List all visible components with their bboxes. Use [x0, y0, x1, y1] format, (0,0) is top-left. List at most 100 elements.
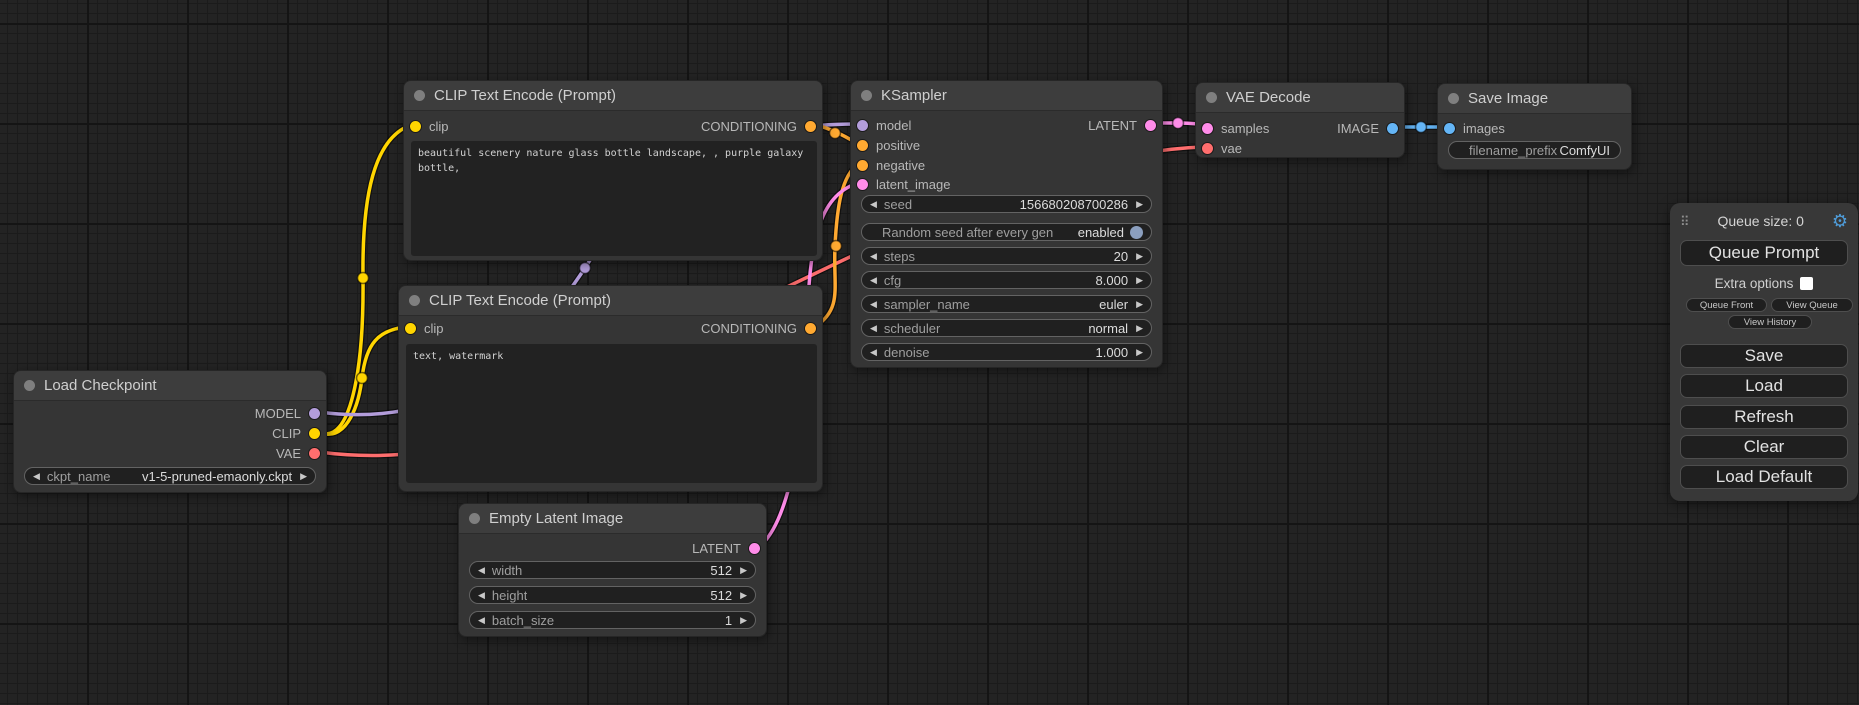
- save-button[interactable]: Save: [1680, 344, 1848, 368]
- node-vae-decode[interactable]: VAE Decode samples vae IMAGE: [1195, 82, 1405, 158]
- node-title: Empty Latent Image: [489, 510, 623, 527]
- node-load-checkpoint[interactable]: Load Checkpoint MODEL CLIP VAE ◀ ckpt_na…: [13, 370, 327, 493]
- node-header[interactable]: CLIP Text Encode (Prompt): [399, 286, 822, 316]
- clear-button[interactable]: Clear: [1680, 435, 1848, 459]
- node-graph-canvas[interactable]: Load Checkpoint MODEL CLIP VAE ◀ ckpt_na…: [0, 0, 1859, 705]
- wire-dot: [831, 241, 842, 252]
- decrement-arrow-icon[interactable]: ◀: [478, 616, 485, 625]
- increment-arrow-icon[interactable]: ▶: [740, 616, 747, 625]
- widget-value: 20: [1114, 249, 1136, 264]
- clip-output-dot[interactable]: [309, 428, 320, 439]
- vae-input-dot[interactable]: [1202, 143, 1213, 154]
- latent-image-input-dot[interactable]: [857, 179, 868, 190]
- decrement-arrow-icon[interactable]: ◀: [870, 276, 877, 285]
- negative-input-dot[interactable]: [857, 160, 868, 171]
- node-header[interactable]: Empty Latent Image: [459, 504, 766, 534]
- port-model-input: model: [857, 118, 911, 132]
- widget-seed[interactable]: ◀ seed 156680208700286 ▶: [861, 195, 1152, 213]
- widget-value: 156680208700286: [1020, 197, 1136, 212]
- collapse-dot-icon[interactable]: [409, 295, 420, 306]
- node-title: CLIP Text Encode (Prompt): [434, 87, 616, 104]
- node-header[interactable]: KSampler: [851, 81, 1162, 111]
- widget-ckpt-name[interactable]: ◀ ckpt_name v1-5-pruned-emaonly.ckpt ▶: [24, 467, 316, 485]
- extra-options-checkbox[interactable]: [1800, 277, 1813, 290]
- widget-filename-prefix[interactable]: filename_prefix ComfyUI: [1448, 141, 1621, 159]
- wire-dot: [358, 273, 369, 284]
- widget-value: 1.000: [1096, 345, 1137, 360]
- increment-arrow-icon[interactable]: ▶: [740, 566, 747, 575]
- conditioning-output-dot[interactable]: [805, 121, 816, 132]
- increment-arrow-icon[interactable]: ▶: [740, 591, 747, 600]
- queue-prompt-button[interactable]: Queue Prompt: [1680, 240, 1848, 266]
- vae-output-dot[interactable]: [309, 448, 320, 459]
- node-header[interactable]: CLIP Text Encode (Prompt): [404, 81, 822, 111]
- decrement-arrow-icon[interactable]: ◀: [870, 348, 877, 357]
- node-empty-latent-image[interactable]: Empty Latent Image LATENT ◀ width 512 ▶ …: [458, 503, 767, 637]
- collapse-dot-icon[interactable]: [414, 90, 425, 101]
- widget-label: sampler_name: [884, 297, 970, 312]
- clip-input-dot[interactable]: [405, 323, 416, 334]
- refresh-button[interactable]: Refresh: [1680, 405, 1848, 429]
- positive-prompt-textarea[interactable]: beautiful scenery nature glass bottle la…: [411, 141, 817, 256]
- next-arrow-icon[interactable]: ▶: [1136, 300, 1143, 309]
- node-title: Load Checkpoint: [44, 377, 157, 394]
- widget-cfg[interactable]: ◀ cfg 8.000 ▶: [861, 271, 1152, 289]
- view-history-button[interactable]: View History: [1728, 315, 1812, 329]
- port-label: CLIP: [272, 426, 301, 441]
- port-vae-input: vae: [1202, 141, 1242, 155]
- load-default-button[interactable]: Load Default: [1680, 465, 1848, 489]
- negative-prompt-textarea[interactable]: text, watermark: [406, 344, 817, 483]
- prev-arrow-icon[interactable]: ◀: [33, 472, 40, 481]
- latent-output-dot[interactable]: [1145, 120, 1156, 131]
- node-title: VAE Decode: [1226, 89, 1311, 106]
- collapse-dot-icon[interactable]: [1448, 93, 1459, 104]
- conditioning-output-dot[interactable]: [805, 323, 816, 334]
- node-ksampler[interactable]: KSampler model positive negative latent_…: [850, 80, 1163, 368]
- increment-arrow-icon[interactable]: ▶: [1136, 348, 1143, 357]
- increment-arrow-icon[interactable]: ▶: [1136, 252, 1143, 261]
- widget-steps[interactable]: ◀ steps 20 ▶: [861, 247, 1152, 265]
- widget-sampler-name[interactable]: ◀ sampler_name euler ▶: [861, 295, 1152, 313]
- drag-handle-icon[interactable]: ⠿: [1680, 215, 1690, 228]
- collapse-dot-icon[interactable]: [861, 90, 872, 101]
- samples-input-dot[interactable]: [1202, 123, 1213, 134]
- widget-scheduler[interactable]: ◀ scheduler normal ▶: [861, 319, 1152, 337]
- prev-arrow-icon[interactable]: ◀: [870, 300, 877, 309]
- latent-output-dot[interactable]: [749, 543, 760, 554]
- model-output-dot[interactable]: [309, 408, 320, 419]
- model-input-dot[interactable]: [857, 120, 868, 131]
- queue-front-button[interactable]: Queue Front: [1686, 298, 1767, 312]
- images-input-dot[interactable]: [1444, 123, 1455, 134]
- gear-icon[interactable]: ⚙: [1832, 212, 1848, 230]
- increment-arrow-icon[interactable]: ▶: [1136, 276, 1143, 285]
- next-arrow-icon[interactable]: ▶: [300, 472, 307, 481]
- widget-random-seed[interactable]: Random seed after every gen enabled: [861, 223, 1152, 241]
- node-save-image[interactable]: Save Image images filename_prefix ComfyU…: [1437, 83, 1632, 170]
- decrement-arrow-icon[interactable]: ◀: [870, 200, 877, 209]
- widget-height[interactable]: ◀ height 512 ▶: [469, 586, 756, 604]
- image-output-dot[interactable]: [1387, 123, 1398, 134]
- node-header[interactable]: VAE Decode: [1196, 83, 1404, 113]
- collapse-dot-icon[interactable]: [469, 513, 480, 524]
- node-clip-text-encode-positive[interactable]: CLIP Text Encode (Prompt) clip CONDITION…: [403, 80, 823, 261]
- decrement-arrow-icon[interactable]: ◀: [870, 252, 877, 261]
- next-arrow-icon[interactable]: ▶: [1136, 324, 1143, 333]
- view-queue-button[interactable]: View Queue: [1771, 298, 1853, 312]
- widget-width[interactable]: ◀ width 512 ▶: [469, 561, 756, 579]
- widget-batch-size[interactable]: ◀ batch_size 1 ▶: [469, 611, 756, 629]
- prev-arrow-icon[interactable]: ◀: [870, 324, 877, 333]
- node-header[interactable]: Load Checkpoint: [14, 371, 326, 401]
- decrement-arrow-icon[interactable]: ◀: [478, 591, 485, 600]
- node-clip-text-encode-negative[interactable]: CLIP Text Encode (Prompt) clip CONDITION…: [398, 285, 823, 492]
- load-button[interactable]: Load: [1680, 374, 1848, 398]
- collapse-dot-icon[interactable]: [24, 380, 35, 391]
- positive-input-dot[interactable]: [857, 140, 868, 151]
- increment-arrow-icon[interactable]: ▶: [1136, 200, 1143, 209]
- clip-input-dot[interactable]: [410, 121, 421, 132]
- widget-denoise[interactable]: ◀ denoise 1.000 ▶: [861, 343, 1152, 361]
- random-seed-toggle[interactable]: [1130, 226, 1143, 239]
- node-header[interactable]: Save Image: [1438, 84, 1631, 114]
- decrement-arrow-icon[interactable]: ◀: [478, 566, 485, 575]
- widget-value: ComfyUI: [1559, 143, 1612, 158]
- collapse-dot-icon[interactable]: [1206, 92, 1217, 103]
